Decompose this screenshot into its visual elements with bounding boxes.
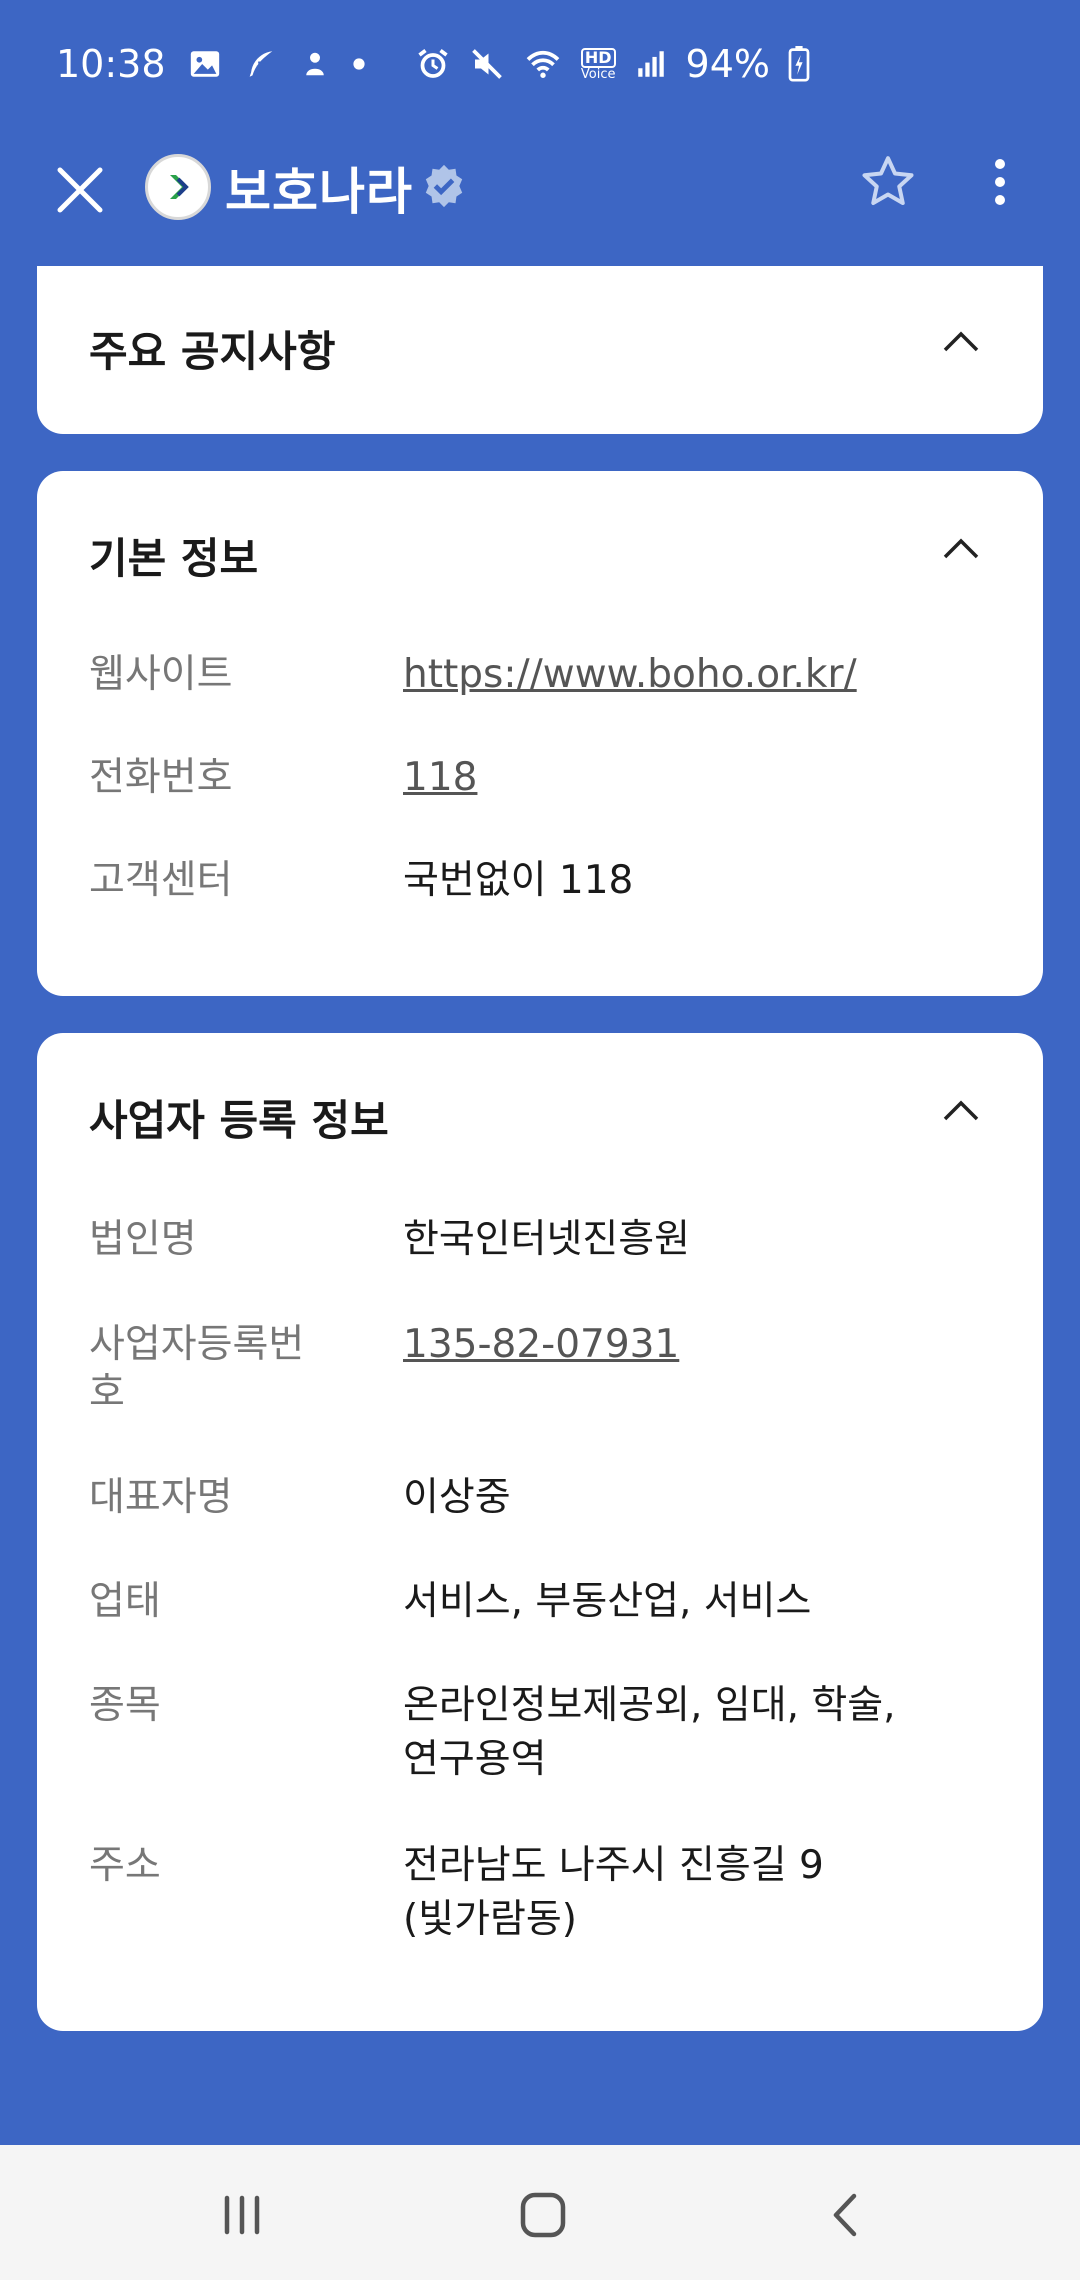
notification-dot-icon: [352, 57, 366, 71]
address-label: 주소: [89, 1843, 161, 1888]
business-type-value: 서비스, 부동산업, 서비스: [403, 1579, 812, 1624]
phone-link-text[interactable]: 118: [403, 755, 477, 800]
app-logo: [145, 154, 211, 220]
battery-charging-icon: [788, 46, 810, 82]
chevron-up-icon[interactable]: [941, 535, 981, 561]
business-item-label: 종목: [89, 1683, 161, 1728]
notice-section: 주요 공지사항: [37, 266, 1043, 434]
star-icon: [862, 156, 914, 205]
signal-icon: [634, 47, 668, 81]
ceo-name-label: 대표자명: [89, 1475, 233, 1520]
battery-percent: 94%: [685, 42, 770, 86]
corp-name-value: 한국인터넷진흥원: [403, 1217, 691, 1262]
customer-center-label: 고객센터: [89, 858, 233, 903]
mute-icon: [469, 46, 505, 82]
recents-icon: [224, 2195, 260, 2235]
close-icon: [57, 167, 103, 213]
wifi-icon: [523, 46, 563, 82]
character-icon: [300, 47, 330, 81]
status-bar: 10:38 HD Voice 94%: [0, 0, 1080, 130]
phone-label: 전화번호: [89, 755, 233, 800]
app-header: 보호나라: [0, 130, 1080, 266]
business-reg-number-text[interactable]: 135-82-07931: [403, 1322, 679, 1367]
chevron-up-icon[interactable]: [941, 328, 981, 354]
website-label: 웹사이트: [89, 652, 233, 697]
chevron-up-icon[interactable]: [941, 1097, 981, 1123]
voice-label: Voice: [580, 66, 616, 82]
back-button[interactable]: [812, 2185, 882, 2245]
hd-voice-icon: HD Voice: [580, 47, 616, 82]
basic-info-title: 기본 정보: [89, 534, 259, 583]
more-vert-icon: [995, 159, 1005, 205]
home-button[interactable]: [508, 2185, 578, 2245]
title-wrap: 보호나라: [225, 152, 467, 224]
business-item-value: 온라인정보제공외, 임대, 학술, 연구용역: [403, 1683, 896, 1782]
feather-icon: [244, 47, 278, 81]
back-icon: [833, 2193, 857, 2237]
system-nav-bar: [0, 2145, 1080, 2280]
status-time: 10:38: [56, 42, 166, 86]
website-link[interactable]: https://www.boho.or.kr/: [403, 648, 993, 702]
business-info-section: 사업자 등록 정보 법인명 한국인터넷진흥원 사업자등록번호 135-82-07…: [37, 1033, 1043, 2031]
favorite-button[interactable]: [858, 152, 918, 212]
customer-center-value: 국번없이 118: [403, 858, 634, 903]
notice-section-title: 주요 공지사항: [89, 327, 336, 376]
close-button[interactable]: [50, 160, 110, 220]
corp-name-label: 법인명: [89, 1217, 197, 1262]
address-value: 전라남도 나주시 진흥길 9 (빛가람동): [403, 1843, 824, 1942]
business-reg-number-link[interactable]: 135-82-07931: [403, 1318, 679, 1372]
gallery-icon: [188, 47, 222, 81]
basic-info-section: 기본 정보 웹사이트 https://www.boho.or.kr/ 전화번호 …: [37, 471, 1043, 996]
verified-badge-icon: [421, 163, 467, 213]
business-info-title: 사업자 등록 정보: [89, 1096, 389, 1145]
home-icon: [520, 2192, 566, 2238]
app-title: 보호나라: [225, 163, 413, 221]
ceo-name-value: 이상중: [403, 1475, 511, 1520]
alarm-icon: [415, 46, 451, 82]
more-options-button[interactable]: [980, 152, 1020, 212]
business-reg-number-label: 사업자등록번호: [89, 1322, 305, 1415]
phone-link[interactable]: 118: [403, 751, 477, 805]
recents-button[interactable]: [207, 2185, 277, 2245]
business-type-label: 업태: [89, 1579, 161, 1624]
hd-label: HD: [580, 47, 616, 68]
